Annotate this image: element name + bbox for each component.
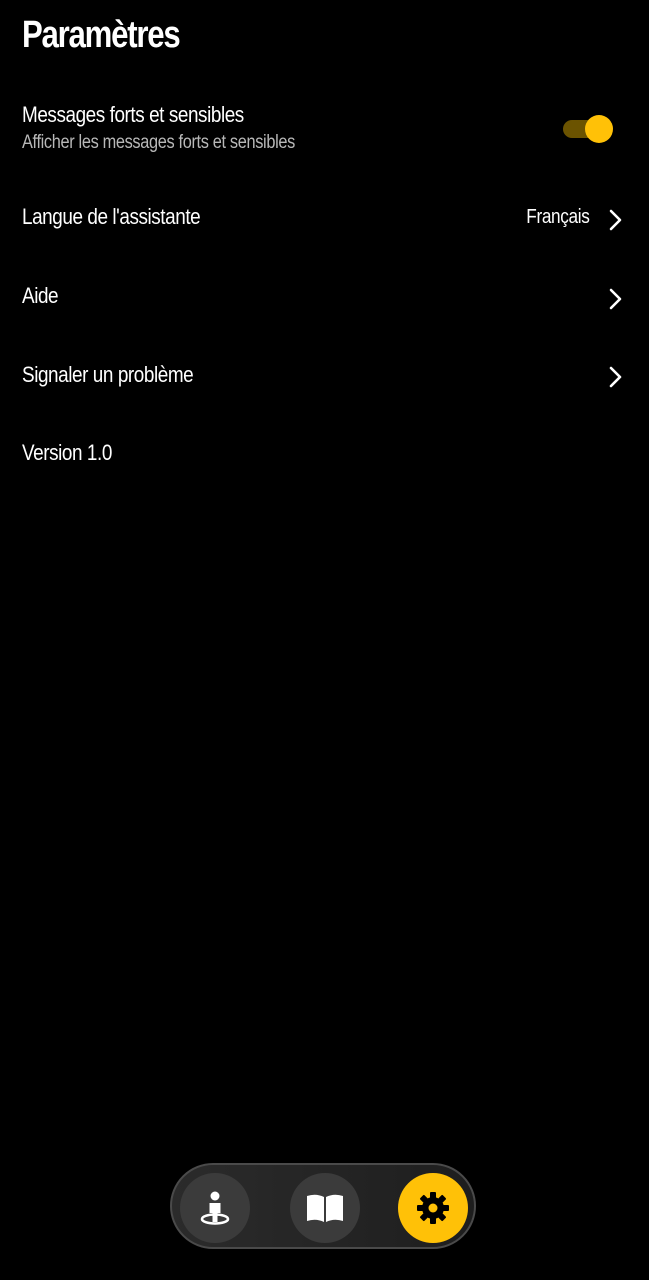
page-title: Paramètres [22,14,181,56]
app-version: Version 1.0 [0,437,649,477]
setting-report-problem[interactable]: Signaler un problème [0,358,649,398]
book-icon [307,1194,343,1222]
version-label: Version 1.0 [22,440,112,465]
setting-sensitive-messages[interactable]: Messages forts et sensibles Afficher les… [0,100,649,160]
chevron-right-icon [609,209,622,231]
setting-sensitive-description: Afficher les messages forts et sensibles [22,132,295,153]
person-location-icon [200,1191,230,1225]
setting-language-value: Français [525,206,590,228]
setting-help[interactable]: Aide [0,280,649,320]
toggle-thumb [585,115,613,143]
nav-explore-button[interactable] [180,1173,250,1243]
chevron-right-icon [609,288,622,310]
nav-library-button[interactable] [290,1173,360,1243]
setting-language[interactable]: Langue de l'assistante Français [0,200,649,240]
sensitive-messages-toggle[interactable] [561,115,613,143]
bottom-navigation [170,1163,476,1249]
setting-help-label: Aide [22,283,59,308]
gear-icon [417,1192,449,1224]
setting-language-label: Langue de l'assistante [22,204,201,229]
setting-report-label: Signaler un problème [22,362,194,387]
chevron-right-icon [609,366,622,388]
nav-settings-button[interactable] [398,1173,468,1243]
setting-sensitive-label: Messages forts et sensibles [22,102,244,127]
